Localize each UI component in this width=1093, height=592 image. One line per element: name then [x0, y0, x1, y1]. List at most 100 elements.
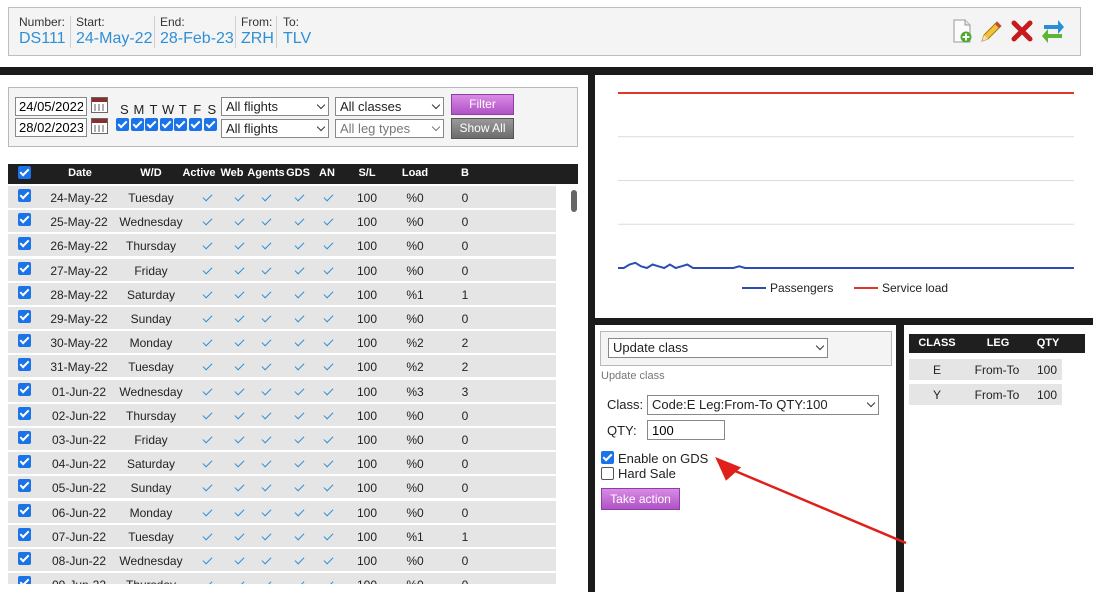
flights-table-body[interactable]: 24-May-22 Tuesday 100 %0 0 25-May-22 Wednesday…: [8, 186, 568, 584]
active-check-icon[interactable]: [202, 554, 213, 565]
an-check-icon[interactable]: [323, 239, 334, 250]
an-check-icon[interactable]: [323, 578, 334, 584]
weekday-checkbox[interactable]: [159, 118, 173, 131]
table-row[interactable]: 06-Jun-22 Monday 100 %0 0: [8, 500, 556, 523]
start-date-input[interactable]: [15, 97, 87, 116]
active-check-icon[interactable]: [202, 530, 213, 541]
class-table-row[interactable]: E From-To 100: [909, 359, 1062, 380]
table-row[interactable]: 08-Jun-22 Wednesday 100 %0 0: [8, 549, 556, 571]
gds-check-icon[interactable]: [294, 288, 305, 299]
row-checkbox[interactable]: [18, 189, 31, 202]
column-header[interactable]: B: [456, 167, 474, 179]
row-checkbox[interactable]: [18, 527, 31, 541]
weekday-checkbox[interactable]: [130, 118, 144, 131]
active-check-icon[interactable]: [202, 433, 213, 444]
active-check-icon[interactable]: [202, 288, 213, 299]
table-row[interactable]: 05-Jun-22 Sunday 100 %0 0: [8, 476, 556, 499]
agents-check-icon[interactable]: [261, 360, 272, 371]
show-all-button[interactable]: Show All: [451, 118, 514, 139]
class-select[interactable]: Code:E Leg:From-To QTY:100: [647, 395, 879, 415]
an-check-icon[interactable]: [323, 554, 334, 565]
web-check-icon[interactable]: [234, 239, 245, 250]
row-checkbox[interactable]: [18, 382, 31, 396]
gds-check-icon[interactable]: [294, 215, 305, 226]
an-check-icon[interactable]: [323, 409, 334, 420]
web-check-icon[interactable]: [234, 336, 245, 347]
agents-check-icon[interactable]: [261, 385, 272, 396]
agents-check-icon[interactable]: [261, 409, 272, 420]
an-check-icon[interactable]: [323, 312, 334, 323]
agents-check-icon[interactable]: [261, 578, 272, 584]
agents-check-icon[interactable]: [261, 312, 272, 323]
row-checkbox[interactable]: [18, 310, 31, 323]
table-row[interactable]: 26-May-22 Thursday 100 %0 0: [8, 234, 556, 257]
weekday-checkbox[interactable]: [188, 118, 202, 131]
row-checkbox[interactable]: [18, 552, 31, 565]
gds-check-icon[interactable]: [294, 530, 305, 541]
gds-check-icon[interactable]: [294, 578, 305, 584]
gds-check-icon[interactable]: [294, 385, 305, 396]
gds-check-icon[interactable]: [294, 481, 305, 492]
web-check-icon[interactable]: [234, 385, 245, 396]
active-check-icon[interactable]: [202, 239, 213, 250]
active-check-icon[interactable]: [202, 481, 213, 492]
row-checkbox[interactable]: [18, 503, 31, 517]
add-document-icon[interactable]: [949, 18, 975, 44]
an-check-icon[interactable]: [323, 191, 334, 202]
action-select[interactable]: Update class: [608, 338, 828, 358]
web-check-icon[interactable]: [234, 457, 245, 468]
an-check-icon[interactable]: [323, 530, 334, 541]
delete-x-icon[interactable]: [1009, 18, 1035, 44]
agents-check-icon[interactable]: [261, 506, 272, 517]
an-check-icon[interactable]: [323, 264, 334, 275]
web-check-icon[interactable]: [234, 506, 245, 517]
refresh-arrows-icon[interactable]: [1040, 18, 1066, 44]
active-check-icon[interactable]: [202, 409, 213, 420]
agents-check-icon[interactable]: [261, 336, 272, 347]
edit-pencil-icon[interactable]: [979, 18, 1005, 44]
table-row[interactable]: 28-May-22 Saturday 100 %1 1: [8, 282, 556, 305]
row-checkbox[interactable]: [18, 479, 31, 493]
gds-check-icon[interactable]: [294, 506, 305, 517]
active-check-icon[interactable]: [202, 457, 213, 468]
calendar-icon[interactable]: [91, 118, 108, 134]
enable-gds-checkbox[interactable]: [601, 451, 614, 464]
select-all-checkbox[interactable]: [18, 166, 31, 179]
web-check-icon[interactable]: [234, 360, 245, 371]
weekday-checkbox[interactable]: [116, 118, 129, 131]
table-row[interactable]: 09-Jun-22 Thursday 100 %0 0: [8, 573, 556, 584]
active-check-icon[interactable]: [202, 312, 213, 323]
table-row[interactable]: 02-Jun-22 Thursday 100 %0 0: [8, 403, 556, 426]
an-check-icon[interactable]: [323, 385, 334, 396]
gds-check-icon[interactable]: [294, 433, 305, 444]
active-check-icon[interactable]: [202, 506, 213, 517]
gds-check-icon[interactable]: [294, 264, 305, 275]
active-check-icon[interactable]: [202, 578, 213, 584]
table-row[interactable]: 03-Jun-22 Friday 100 %0 0: [8, 428, 556, 450]
active-check-icon[interactable]: [202, 336, 213, 347]
table-row[interactable]: 31-May-22 Tuesday 100 %2 2: [8, 355, 556, 378]
row-checkbox[interactable]: [18, 213, 31, 227]
flights-select[interactable]: All flights: [221, 97, 329, 116]
hard-sale-checkbox[interactable]: [601, 467, 614, 480]
flights-select-secondary[interactable]: All flights: [221, 119, 329, 138]
row-checkbox[interactable]: [18, 334, 31, 348]
column-header[interactable]: Active: [180, 167, 218, 179]
row-checkbox[interactable]: [18, 431, 31, 444]
row-checkbox[interactable]: [18, 358, 31, 372]
column-header[interactable]: GDS: [286, 167, 310, 179]
web-check-icon[interactable]: [234, 578, 245, 584]
classes-select[interactable]: All classes: [335, 97, 444, 116]
column-header[interactable]: AN: [314, 167, 340, 179]
column-header[interactable]: Load: [398, 167, 432, 179]
gds-check-icon[interactable]: [294, 360, 305, 371]
web-check-icon[interactable]: [234, 312, 245, 323]
table-row[interactable]: 25-May-22 Wednesday 100 %0 0: [8, 210, 556, 233]
end-date-input[interactable]: [15, 118, 87, 137]
table-row[interactable]: 30-May-22 Monday 100 %2 2: [8, 331, 556, 354]
table-row[interactable]: 04-Jun-22 Saturday 100 %0 0: [8, 452, 556, 475]
gds-check-icon[interactable]: [294, 239, 305, 250]
an-check-icon[interactable]: [323, 360, 334, 371]
active-check-icon[interactable]: [202, 215, 213, 226]
web-check-icon[interactable]: [234, 409, 245, 420]
